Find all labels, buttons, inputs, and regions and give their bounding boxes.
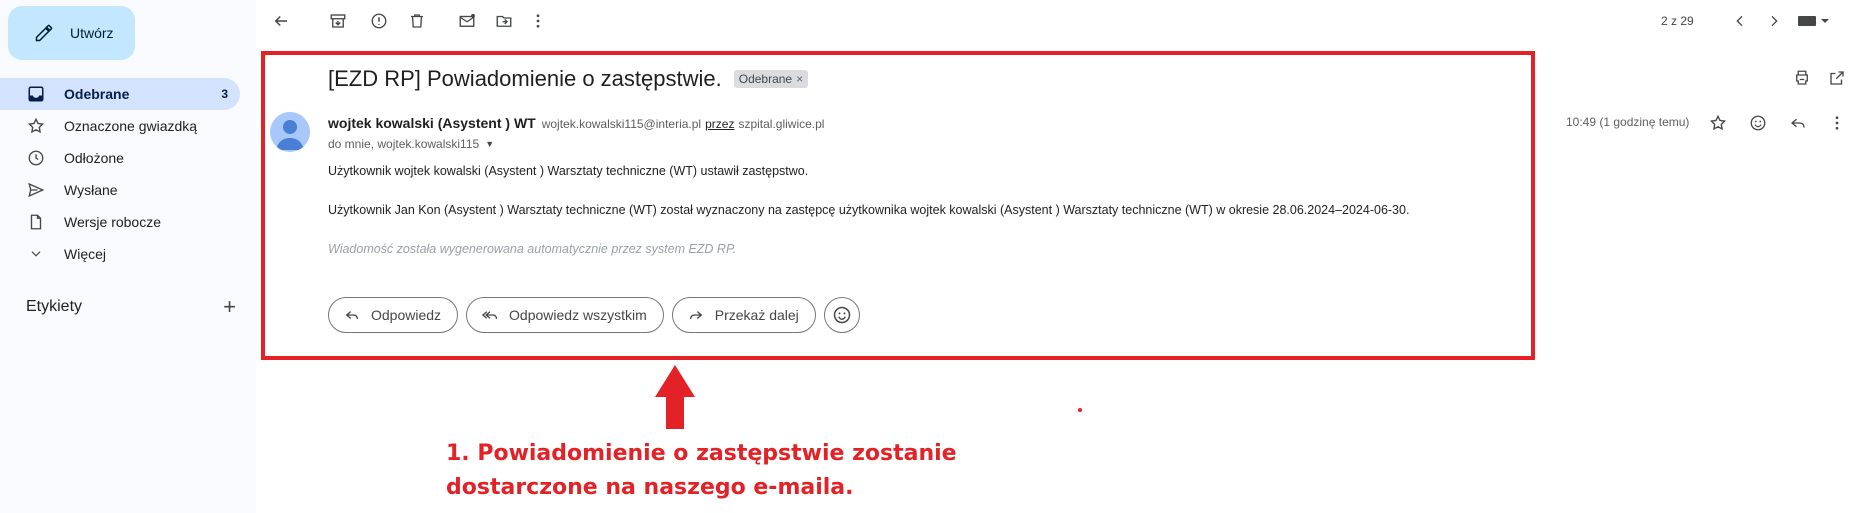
label-chip-text: Odebrane [738, 72, 793, 86]
reply-all-button[interactable]: Odpowiedz wszystkim [466, 297, 664, 333]
sidebar-item-inbox[interactable]: Odebrane 3 [0, 78, 240, 110]
message-subject: [EZD RP] Powiadomienie o zastępstwie. [328, 66, 722, 91]
input-tools-button[interactable] [1796, 10, 1832, 32]
compose-button[interactable]: Utwórz [8, 6, 135, 60]
subject-row: [EZD RP] Powiadomienie o zastępstwie. Od… [328, 66, 809, 92]
annotation-caption: 1. Powiadomienie o zastępstwie zostanie … [446, 437, 1006, 505]
reply-pill-button[interactable]: Odpowiedz [328, 297, 459, 333]
star-icon [26, 116, 46, 136]
compose-label: Utwórz [70, 25, 114, 41]
annotation-dot [1078, 408, 1082, 412]
label-chip: Odebrane × [733, 70, 809, 88]
sidebar-item-label: Więcej [64, 246, 107, 262]
sidebar-item-snoozed[interactable]: Odłożone [0, 142, 240, 174]
annotation-line: dostarczone na naszego e-maila. [446, 475, 854, 500]
sidebar-item-label: Wysłane [64, 182, 118, 198]
annotation-line: 1. Powiadomienie o zastępstwie zostanie [446, 441, 957, 466]
add-label-button[interactable]: + [223, 296, 236, 318]
open-new-window-button[interactable] [1827, 68, 1847, 88]
alert-icon [371, 13, 387, 29]
report-spam-button[interactable] [368, 10, 390, 32]
add-reaction-button[interactable] [1748, 113, 1768, 133]
more-vert-icon [1835, 116, 1839, 130]
draft-icon [26, 212, 46, 232]
pager-count: 2 z 29 [1661, 14, 1694, 28]
sidebar-item-label: Oznaczone gwiazdką [64, 118, 198, 134]
chevron-right-icon [1771, 15, 1778, 27]
inbox-icon [26, 84, 46, 104]
labels-title: Etykiety [26, 298, 83, 315]
arrow-left-icon [274, 15, 287, 27]
reply-all-label: Odpowiedz wszystkim [509, 307, 647, 323]
chevron-left-icon [1736, 15, 1743, 27]
send-icon [26, 180, 46, 200]
sidebar-nav: Odebrane 3 Oznaczone gwiazdką Odłożone W… [0, 78, 240, 270]
forward-button[interactable]: Przekaż dalej [671, 297, 816, 333]
star-icon [1709, 114, 1727, 131]
chevron-down-icon [26, 244, 46, 264]
more-options-button[interactable] [527, 10, 549, 32]
message-body-line: Użytkownik Jan Kon (Asystent ) Warsztaty… [328, 203, 1410, 217]
open-external-icon [1830, 71, 1844, 85]
mark-unread-button[interactable] [456, 10, 478, 32]
labels-header: Etykiety + [26, 296, 236, 318]
back-button[interactable] [270, 10, 292, 32]
sidebar: Utwórz Odebrane 3 Oznaczone gwiazdką Odł… [0, 0, 256, 513]
mail-icon [459, 13, 475, 27]
older-button[interactable] [1763, 10, 1785, 32]
reply-icon [343, 306, 361, 324]
emoji-icon [833, 306, 851, 324]
via-link[interactable]: przez [705, 117, 734, 131]
message-toolbar: 2 z 29 [256, 0, 1857, 42]
more-vert-icon [536, 14, 540, 28]
print-icon [1796, 70, 1808, 85]
forward-label: Przekaż dalej [714, 307, 799, 323]
sidebar-item-label: Odłożone [64, 150, 124, 166]
unread-count: 3 [221, 87, 228, 101]
delete-button[interactable] [406, 10, 428, 32]
sender-row: wojtek kowalski (Asystent ) WT wojtek.ko… [328, 115, 824, 131]
recipients-row[interactable]: do mnie, wojtek.kowalski115 ▼ [328, 137, 494, 151]
message-time: 10:49 (1 godzinę temu) [1566, 115, 1690, 129]
newer-button[interactable] [1729, 10, 1751, 32]
emoji-reaction-button[interactable] [823, 297, 860, 333]
forward-icon [687, 306, 705, 324]
reply-icon [1790, 118, 1805, 128]
recipients-text: do mnie, wojtek.kowalski115 [328, 137, 480, 151]
sender-name[interactable]: wojtek kowalski (Asystent ) WT [328, 115, 536, 131]
star-button[interactable] [1708, 113, 1728, 133]
sender-email: wojtek.kowalski115@interia.pl [541, 117, 702, 131]
annotation-arrow [655, 365, 695, 434]
keyboard-icon [1798, 16, 1829, 26]
reply-label: Odpowiedz [371, 307, 442, 323]
reply-all-icon [481, 306, 499, 324]
sidebar-item-starred[interactable]: Oznaczone gwiazdką [0, 110, 240, 142]
archive-button[interactable] [327, 10, 349, 32]
sidebar-item-drafts[interactable]: Wersje robocze [0, 206, 240, 238]
archive-icon [330, 14, 346, 28]
auto-generated-note: Wiadomość została wygenerowana automatyc… [328, 242, 737, 256]
emoji-icon [1750, 115, 1766, 131]
sidebar-item-more[interactable]: Więcej [0, 238, 240, 270]
sidebar-item-label: Wersje robocze [64, 214, 162, 230]
move-to-button[interactable] [493, 10, 515, 32]
label-chip-remove[interactable]: × [796, 72, 803, 86]
pencil-icon [32, 21, 56, 45]
clock-icon [26, 148, 46, 168]
via-domain: szpital.gliwice.pl [738, 117, 825, 131]
caret-down-icon[interactable]: ▼ [485, 139, 494, 149]
sidebar-item-sent[interactable]: Wysłane [0, 174, 240, 206]
sidebar-item-label: Odebrane [64, 86, 130, 102]
reply-actions: Odpowiedz Odpowiedz wszystkim Przekaż da… [328, 297, 860, 333]
person-icon [276, 120, 304, 150]
avatar[interactable] [270, 112, 310, 152]
folder-move-icon [496, 15, 512, 27]
message-body-line: Użytkownik wojtek kowalski (Asystent ) W… [328, 164, 809, 178]
trash-icon [411, 14, 423, 28]
reply-button[interactable] [1788, 113, 1808, 133]
print-button[interactable] [1792, 68, 1812, 88]
message-more-button[interactable] [1827, 113, 1847, 133]
